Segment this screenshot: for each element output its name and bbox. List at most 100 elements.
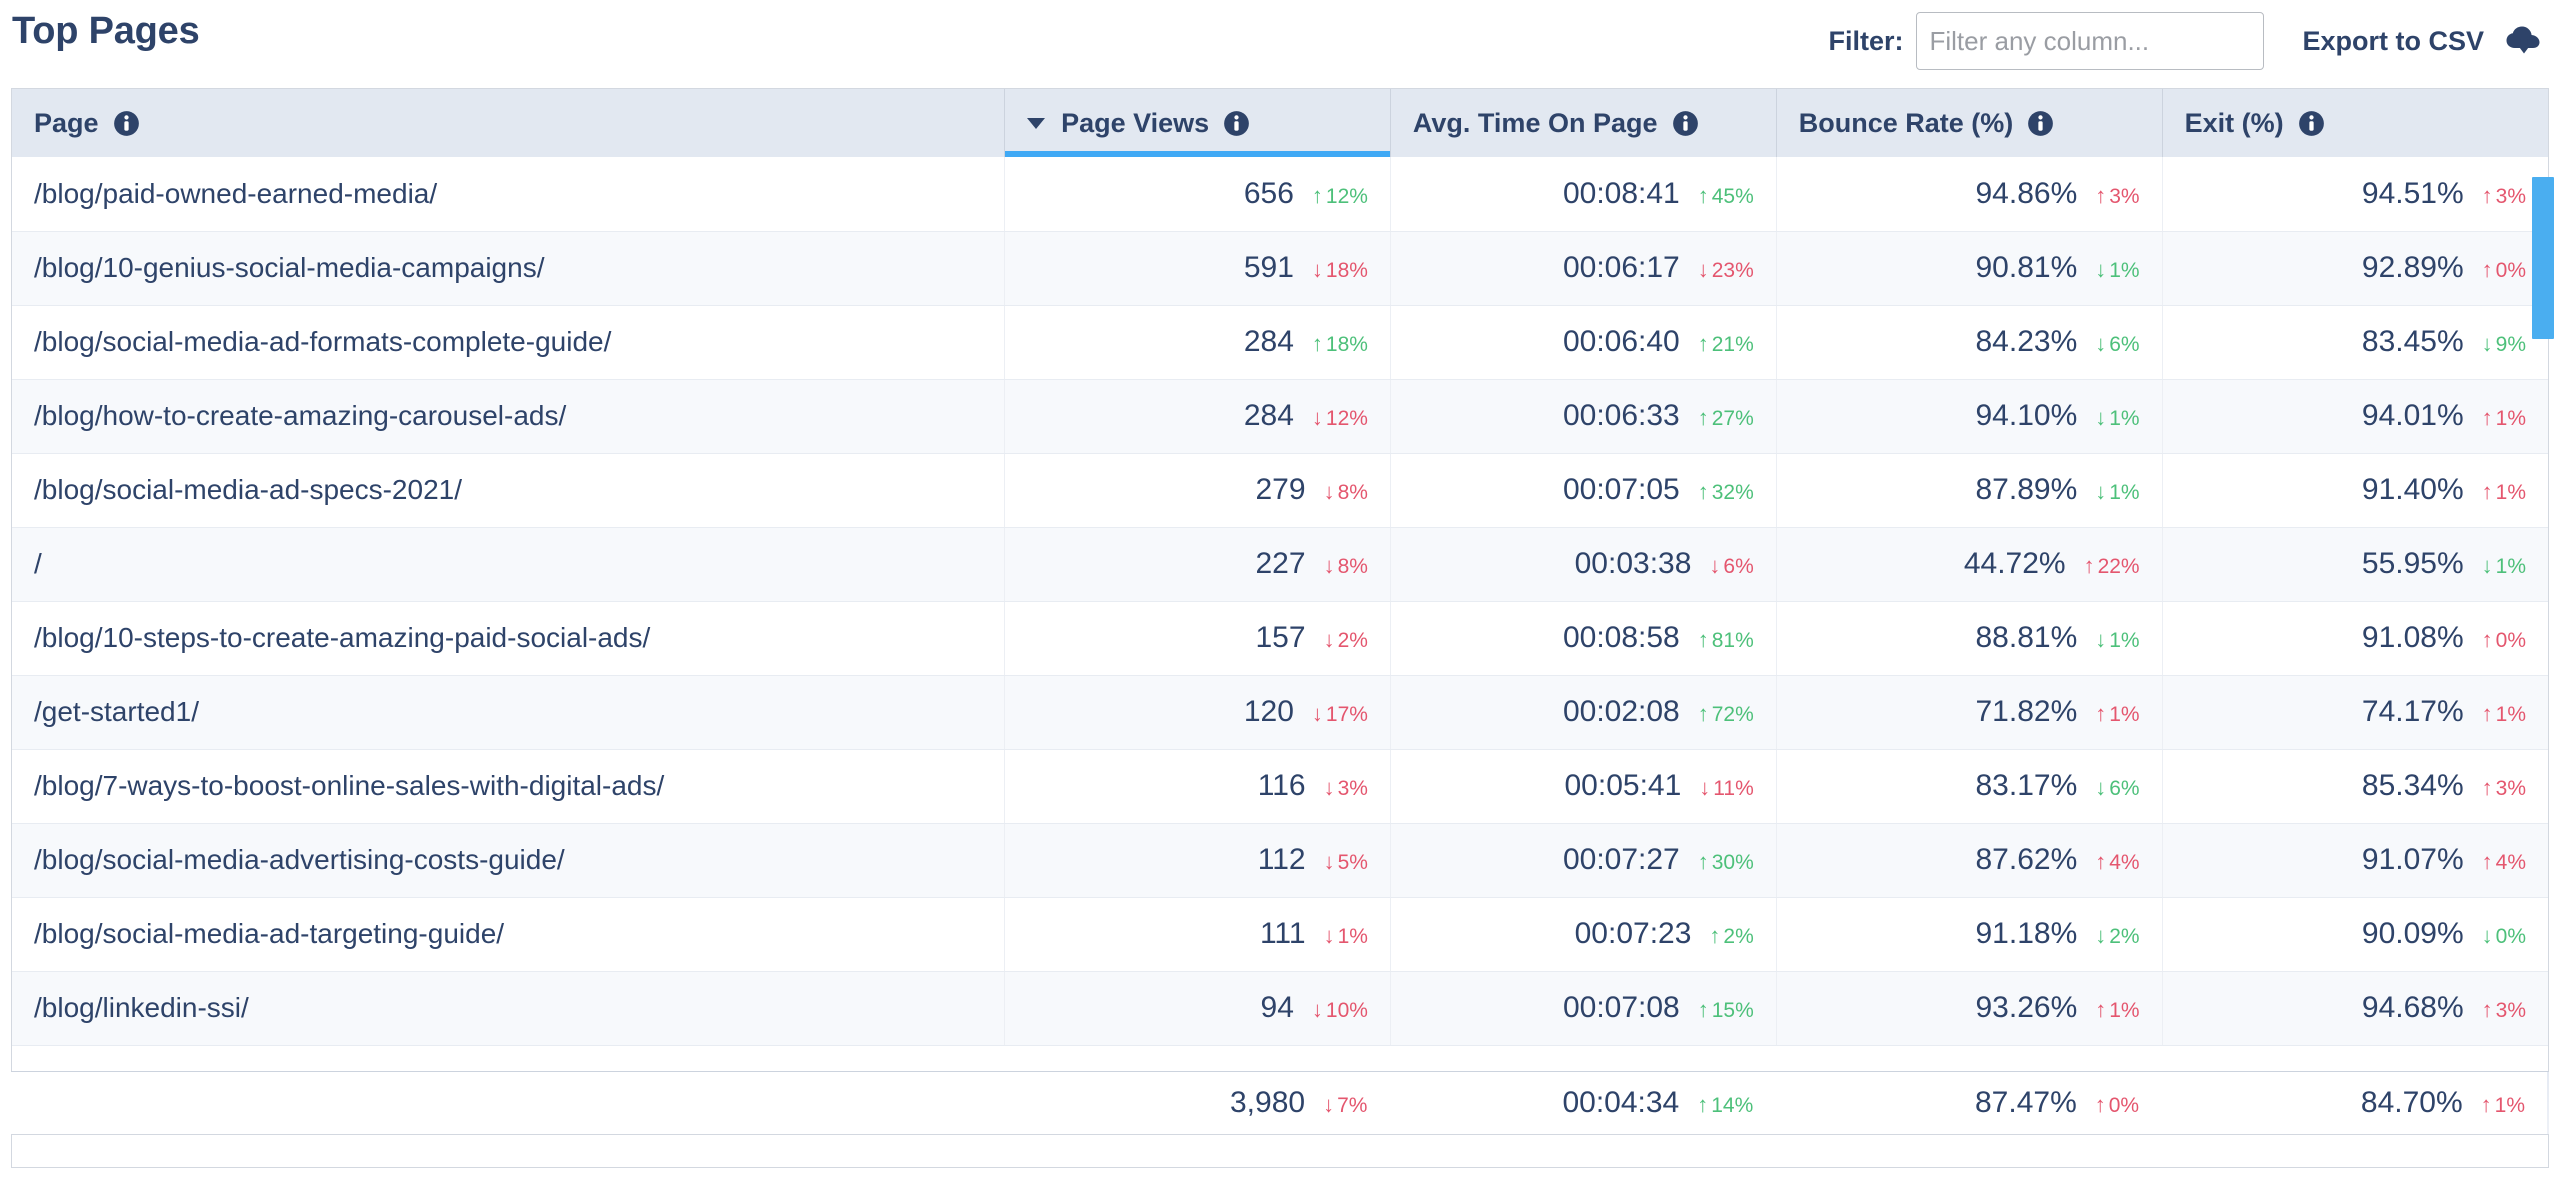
avg-time-on-page-value: 00:06:17 bbox=[1562, 251, 1680, 284]
table-row[interactable]: /blog/10-steps-to-create-amazing-paid-so… bbox=[12, 601, 2548, 676]
bounce-rate-delta: ↓ 6% bbox=[2095, 331, 2140, 356]
page-views-value: 591 bbox=[1243, 251, 1294, 284]
cell-page: /blog/social-media-ad-specs-2021/ bbox=[12, 453, 1006, 528]
avg-time-on-page-delta: ↑ 30% bbox=[1697, 849, 1754, 874]
arrow-up-icon: ↑ bbox=[2481, 701, 2493, 726]
cell-page: /blog/10-genius-social-media-campaigns/ bbox=[12, 231, 1006, 306]
avg-time-on-page-delta: ↑ 2% bbox=[1709, 923, 1754, 948]
bounce-rate-value: 87.89% bbox=[1975, 473, 2078, 506]
avg-time-on-page-value: 00:07:23 bbox=[1574, 917, 1692, 950]
cloud-download-icon bbox=[2506, 26, 2540, 54]
bounce-rate-value: 44.72% bbox=[1963, 547, 2066, 580]
cell-avg-time-on-page: 00:03:38 ↓ 6% bbox=[1390, 527, 1777, 602]
avg-time-on-page-delta: ↓ 6% bbox=[1709, 553, 1754, 578]
header-row: Page Page Views Avg. Time On Page Bounce… bbox=[12, 89, 2548, 157]
avg-time-on-page-value: 00:07:05 bbox=[1562, 473, 1680, 506]
exit-rate-value: 83.45% bbox=[2361, 325, 2464, 358]
column-header-page-views[interactable]: Page Views bbox=[1004, 89, 1391, 157]
info-icon[interactable] bbox=[113, 110, 140, 137]
bounce-rate-delta: ↓ 1% bbox=[2095, 627, 2140, 652]
arrow-up-icon: ↑ bbox=[1697, 701, 1709, 726]
cell-page: /blog/paid-owned-earned-media/ bbox=[12, 157, 1006, 232]
cell-page: / bbox=[12, 527, 1006, 602]
cell-exit-rate: 74.17% ↑ 1% bbox=[2162, 675, 2548, 750]
arrow-down-icon: ↓ bbox=[2095, 331, 2107, 356]
table-row[interactable]: /blog/social-media-advertising-costs-gui… bbox=[12, 823, 2548, 898]
table-row[interactable]: /blog/how-to-create-amazing-carousel-ads… bbox=[12, 379, 2548, 454]
totals-bounce-rate-delta: ↑ 0% bbox=[2094, 1092, 2140, 1117]
column-header-exit[interactable]: Exit (%) bbox=[2162, 89, 2548, 157]
cell-avg-time-on-page: 00:06:17 ↓ 23% bbox=[1390, 231, 1777, 306]
table-row[interactable]: /get-started1/120 ↓ 17% 00:02:08 ↑ 72% 71.82% ↑… bbox=[12, 675, 2548, 750]
filter-input[interactable] bbox=[1916, 12, 2265, 70]
bounce-rate-value: 84.23% bbox=[1975, 325, 2078, 358]
table-row[interactable]: /blog/social-media-ad-formats-complete-g… bbox=[12, 305, 2548, 380]
arrow-down-icon: ↓ bbox=[1699, 775, 1711, 800]
cell-page-views: 111 ↓ 1% bbox=[1004, 897, 1391, 972]
table-row[interactable]: / 227 ↓ 8% 00:03:38 ↓ 6% 44.72% ↑ 22% 55.95% ↓ 1% bbox=[12, 527, 2548, 602]
avg-time-on-page-value: 00:08:41 bbox=[1562, 176, 1680, 210]
cell-page-views: 284 ↑ 18% bbox=[1004, 305, 1391, 380]
page-views-delta: ↓ 12% bbox=[1311, 405, 1368, 430]
arrow-up-icon: ↑ bbox=[2094, 1092, 2106, 1117]
avg-time-on-page-delta: ↑ 72% bbox=[1697, 701, 1754, 726]
page-views-value: 120 bbox=[1243, 695, 1294, 728]
page-views-value: 112 bbox=[1257, 843, 1306, 876]
cell-bounce-rate: 91.18% ↓ 2% bbox=[1776, 897, 2163, 972]
exit-rate-delta: ↑ 1% bbox=[2481, 479, 2526, 504]
sort-descending-icon[interactable] bbox=[1027, 117, 1046, 129]
info-icon[interactable] bbox=[2027, 110, 2054, 137]
arrow-up-icon: ↑ bbox=[2083, 553, 2095, 578]
info-icon[interactable] bbox=[1672, 110, 1699, 137]
totals-page-views-delta: ↓ 7% bbox=[1323, 1092, 1368, 1117]
arrow-up-icon: ↑ bbox=[1697, 997, 1709, 1022]
arrow-down-icon: ↓ bbox=[2095, 405, 2107, 430]
column-header-page[interactable]: Page bbox=[12, 89, 1006, 157]
table-row[interactable]: /blog/paid-owned-earned-media/656 ↑ 12% 00:… bbox=[12, 157, 2548, 232]
cell-page-views: 284 ↓ 12% bbox=[1004, 379, 1391, 454]
page-views-delta: ↓ 2% bbox=[1323, 627, 1368, 652]
cell-page: /blog/social-media-ad-targeting-guide/ bbox=[12, 897, 1006, 972]
arrow-up-icon: ↑ bbox=[1697, 331, 1709, 356]
table-row[interactable]: /blog/linkedin-ssi/94 ↓ 10% 00:07:08 ↑ 15% 93.… bbox=[12, 971, 2548, 1046]
bounce-rate-delta: ↑ 22% bbox=[2083, 553, 2140, 578]
exit-rate-value: 94.51% bbox=[2361, 176, 2464, 210]
table-row[interactable]: /blog/7-ways-to-boost-online-sales-with-… bbox=[12, 749, 2548, 824]
vertical-scrollbar-thumb[interactable] bbox=[2532, 177, 2554, 339]
arrow-up-icon: ↑ bbox=[1697, 182, 1709, 208]
arrow-up-icon: ↑ bbox=[2480, 1092, 2492, 1117]
table-row[interactable]: /blog/10-genius-social-media-campaigns/5… bbox=[12, 231, 2548, 306]
arrow-up-icon: ↑ bbox=[2095, 701, 2107, 726]
export-to-csv-button[interactable]: Export to CSV bbox=[2302, 26, 2542, 57]
avg-time-on-page-value: 00:03:38 bbox=[1574, 547, 1692, 580]
exit-rate-delta: ↑ 0% bbox=[2481, 257, 2526, 282]
vertical-scrollbar-track[interactable] bbox=[2532, 157, 2556, 1070]
table-body: /blog/paid-owned-earned-media/656 ↑ 12% 00:… bbox=[12, 157, 2548, 1046]
column-header-bounce-rate[interactable]: Bounce Rate (%) bbox=[1776, 89, 2163, 157]
arrow-down-icon: ↓ bbox=[2095, 923, 2107, 948]
info-icon[interactable] bbox=[2298, 110, 2325, 137]
bounce-rate-value: 71.82% bbox=[1975, 695, 2078, 728]
avg-time-on-page-delta: ↑ 81% bbox=[1697, 627, 1754, 652]
top-pages-table-container[interactable]: Page Page Views Avg. Time On Page Bounce… bbox=[11, 88, 2549, 1156]
cell-avg-time-on-page: 00:07:08 ↑ 15% bbox=[1390, 971, 1777, 1046]
totals-avg-time-on-page-delta: ↑ 14% bbox=[1697, 1092, 1754, 1117]
arrow-up-icon: ↑ bbox=[1697, 849, 1709, 874]
cell-bounce-rate: 83.17% ↓ 6% bbox=[1776, 749, 2163, 824]
page-views-delta: ↓ 1% bbox=[1323, 923, 1368, 948]
cell-page-views: 112 ↓ 5% bbox=[1004, 823, 1391, 898]
table-row[interactable]: /blog/social-media-ad-targeting-guide/11… bbox=[12, 897, 2548, 972]
arrow-up-icon: ↑ bbox=[2481, 849, 2493, 874]
table-row[interactable]: /blog/social-media-ad-specs-2021/279 ↓ 8% 0… bbox=[12, 453, 2548, 528]
bounce-rate-value: 87.62% bbox=[1975, 843, 2078, 876]
cell-page-views: 591 ↓ 18% bbox=[1004, 231, 1391, 306]
column-header-avg-time-on-page[interactable]: Avg. Time On Page bbox=[1390, 89, 1777, 157]
avg-time-on-page-value: 00:05:41 bbox=[1564, 769, 1682, 802]
table-header: Page Page Views Avg. Time On Page Bounce… bbox=[12, 89, 2548, 157]
cell-bounce-rate: 87.89% ↓ 1% bbox=[1776, 453, 2163, 528]
page-views-delta: ↓ 8% bbox=[1323, 479, 1368, 504]
arrow-up-icon: ↑ bbox=[2095, 182, 2107, 208]
totals-exit-rate-delta: ↑ 1% bbox=[2480, 1092, 2525, 1117]
exit-rate-value: 94.68% bbox=[2361, 991, 2464, 1024]
info-icon[interactable] bbox=[1223, 110, 1250, 137]
